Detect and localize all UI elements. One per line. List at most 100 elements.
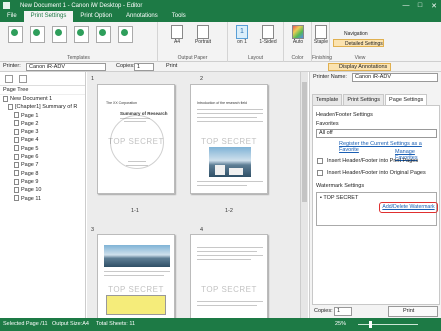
insert-original-pages-checkbox[interactable] bbox=[317, 170, 323, 176]
paper-size-label: A4 bbox=[173, 39, 181, 45]
page-label: Page 6 bbox=[21, 154, 39, 161]
scroll-thumb[interactable] bbox=[302, 82, 307, 202]
staple-button[interactable]: Staple bbox=[313, 25, 329, 45]
print-sides-label: 1-Sided bbox=[259, 39, 277, 45]
nup-label: on 1 bbox=[237, 39, 247, 45]
tab-annotations[interactable]: Annotations bbox=[119, 11, 165, 22]
tree-tool-icon[interactable] bbox=[5, 75, 13, 83]
tree-page-item[interactable]: Page 10 bbox=[0, 186, 85, 194]
paper-size-button[interactable]: A4 bbox=[168, 25, 186, 45]
tree-page-item[interactable]: Page 1 bbox=[0, 112, 85, 120]
group-label-templates: Templates bbox=[67, 55, 90, 61]
template-thumb[interactable] bbox=[118, 26, 133, 43]
preview-scrollbar[interactable] bbox=[300, 72, 308, 318]
color-mode-label: Auto bbox=[292, 39, 304, 45]
color-mode-button[interactable]: Auto bbox=[288, 25, 308, 45]
tab-tools[interactable]: Tools bbox=[165, 11, 193, 22]
template-thumb[interactable] bbox=[96, 26, 111, 43]
maximize-button[interactable]: □ bbox=[413, 0, 427, 11]
page-label: Page 9 bbox=[21, 178, 39, 185]
group-label-color: Color bbox=[291, 55, 304, 61]
tree-page-item[interactable]: Page 5 bbox=[0, 145, 85, 153]
tree-page-item[interactable]: Page 2 bbox=[0, 120, 85, 128]
tab-template[interactable]: Template bbox=[312, 94, 343, 105]
page-icon bbox=[14, 186, 19, 193]
detailed-settings-toggle[interactable]: Detailed Settings bbox=[333, 39, 384, 47]
tree-root[interactable]: New Document 1 bbox=[0, 95, 85, 103]
navigation-toggle[interactable]: Navigation bbox=[333, 30, 368, 38]
add-delete-watermark-link[interactable]: Add/Delete Watermark bbox=[379, 202, 438, 213]
window-title: New Document 1 - Canon iW Desktop - Edit… bbox=[20, 2, 143, 9]
sheet-number: 3 bbox=[91, 227, 95, 233]
chapter-icon bbox=[8, 103, 13, 110]
insert-original-pages-label: Insert Header/Footer into Original Pages bbox=[327, 170, 426, 176]
preview-area[interactable]: 1 2 The XX Corporation Summary of Resear… bbox=[87, 72, 308, 318]
tree-chapter[interactable]: [Chapter1] Summary of R bbox=[0, 103, 85, 111]
page-photo bbox=[104, 245, 170, 267]
page-icon bbox=[14, 161, 19, 168]
tree-page-item[interactable]: Page 4 bbox=[0, 136, 85, 144]
template-thumb[interactable] bbox=[30, 26, 45, 43]
print-sides-button[interactable]: 1-Sided bbox=[256, 25, 280, 45]
panel-print-button[interactable]: Print bbox=[388, 306, 438, 317]
settings-tabs: Template Print Settings Page Settings bbox=[312, 94, 428, 105]
nup-icon: 1 bbox=[236, 25, 248, 39]
page-label: Page 2 bbox=[21, 120, 39, 127]
page-thumbnail[interactable]: The XX Corporation Summary of Research T… bbox=[97, 84, 175, 194]
watermark-item-label: TOP SECRET bbox=[323, 195, 359, 201]
zoom-slider[interactable] bbox=[358, 324, 418, 325]
header-footer-heading: Header/Footer Settings bbox=[316, 112, 373, 118]
tab-page-settings[interactable]: Page Settings bbox=[385, 94, 428, 105]
favorites-select[interactable]: All off bbox=[316, 129, 437, 138]
close-button[interactable]: ✕ bbox=[427, 0, 441, 11]
spread-label: 1-1 bbox=[131, 208, 139, 214]
template-thumb[interactable] bbox=[8, 26, 23, 43]
watermark-list-item[interactable]: ▪ TOP SECRET bbox=[320, 195, 358, 201]
status-total-sheets: Total Sheets: 11 bbox=[96, 321, 136, 327]
insert-print-pages-label: Insert Header/Footer into Print Pages bbox=[327, 158, 419, 164]
tree-page-item[interactable]: Page 3 bbox=[0, 128, 85, 136]
zoom-level: 25% bbox=[335, 321, 347, 327]
page-thumbnail[interactable]: TOP SECRET bbox=[190, 234, 268, 318]
tree-page-item[interactable]: Page 9 bbox=[0, 178, 85, 186]
template-thumb[interactable] bbox=[52, 26, 67, 43]
page-thumbnail[interactable]: Introduction of the research field TOP S… bbox=[190, 84, 268, 194]
color-icon bbox=[292, 25, 304, 39]
page-label: Page 10 bbox=[21, 187, 42, 194]
print-toolbar-button[interactable]: Print bbox=[166, 63, 177, 69]
tab-file[interactable]: File bbox=[0, 11, 24, 22]
insert-print-pages-checkbox[interactable] bbox=[317, 158, 323, 164]
watermark-text: TOP SECRET bbox=[201, 137, 257, 146]
tree-page-item[interactable]: Page 6 bbox=[0, 153, 85, 161]
panel-copies-input[interactable]: 1 bbox=[334, 307, 352, 316]
paper-icon bbox=[171, 25, 183, 39]
tree-page-item[interactable]: Page 11 bbox=[0, 195, 85, 203]
page-icon bbox=[14, 145, 19, 152]
zoom-slider-knob[interactable] bbox=[369, 321, 372, 328]
favorites-label: Favorites bbox=[316, 121, 339, 127]
tree-tool-icon[interactable] bbox=[19, 75, 27, 83]
printer-name-select[interactable]: Canon iR-ADV bbox=[352, 73, 438, 82]
tab-print-settings[interactable]: Print Settings bbox=[23, 11, 74, 22]
tree-page-item[interactable]: Page 8 bbox=[0, 170, 85, 178]
staple-icon bbox=[315, 25, 327, 39]
tree-page-item[interactable]: Page 7 bbox=[0, 161, 85, 169]
tab-print-settings-panel[interactable]: Print Settings bbox=[343, 94, 385, 105]
page-icon bbox=[14, 178, 19, 185]
watermark-text: TOP SECRET bbox=[108, 285, 164, 294]
display-annotations-toggle[interactable]: Display Annotations bbox=[328, 63, 392, 71]
pages-per-sheet-button[interactable]: 1 on 1 bbox=[232, 25, 252, 45]
page-thumbnail[interactable]: TOP SECRET bbox=[97, 234, 175, 318]
template-thumb[interactable] bbox=[74, 26, 89, 43]
portrait-icon bbox=[197, 25, 209, 39]
copies-input[interactable]: 1 bbox=[134, 63, 154, 71]
printer-label: Printer: bbox=[3, 63, 21, 69]
tab-print-option[interactable]: Print Option bbox=[73, 11, 119, 22]
printer-select[interactable]: Canon iR-ADV bbox=[26, 63, 106, 71]
minimize-button[interactable]: — bbox=[399, 0, 413, 11]
page-icon bbox=[14, 153, 19, 160]
add-delete-watermark-label: Add/Delete Watermark bbox=[382, 204, 435, 210]
group-label-layout: Layout bbox=[247, 55, 263, 61]
panel-print-controls: Copies: 1 Print bbox=[312, 306, 440, 317]
orientation-button[interactable]: Portrait bbox=[190, 25, 216, 45]
